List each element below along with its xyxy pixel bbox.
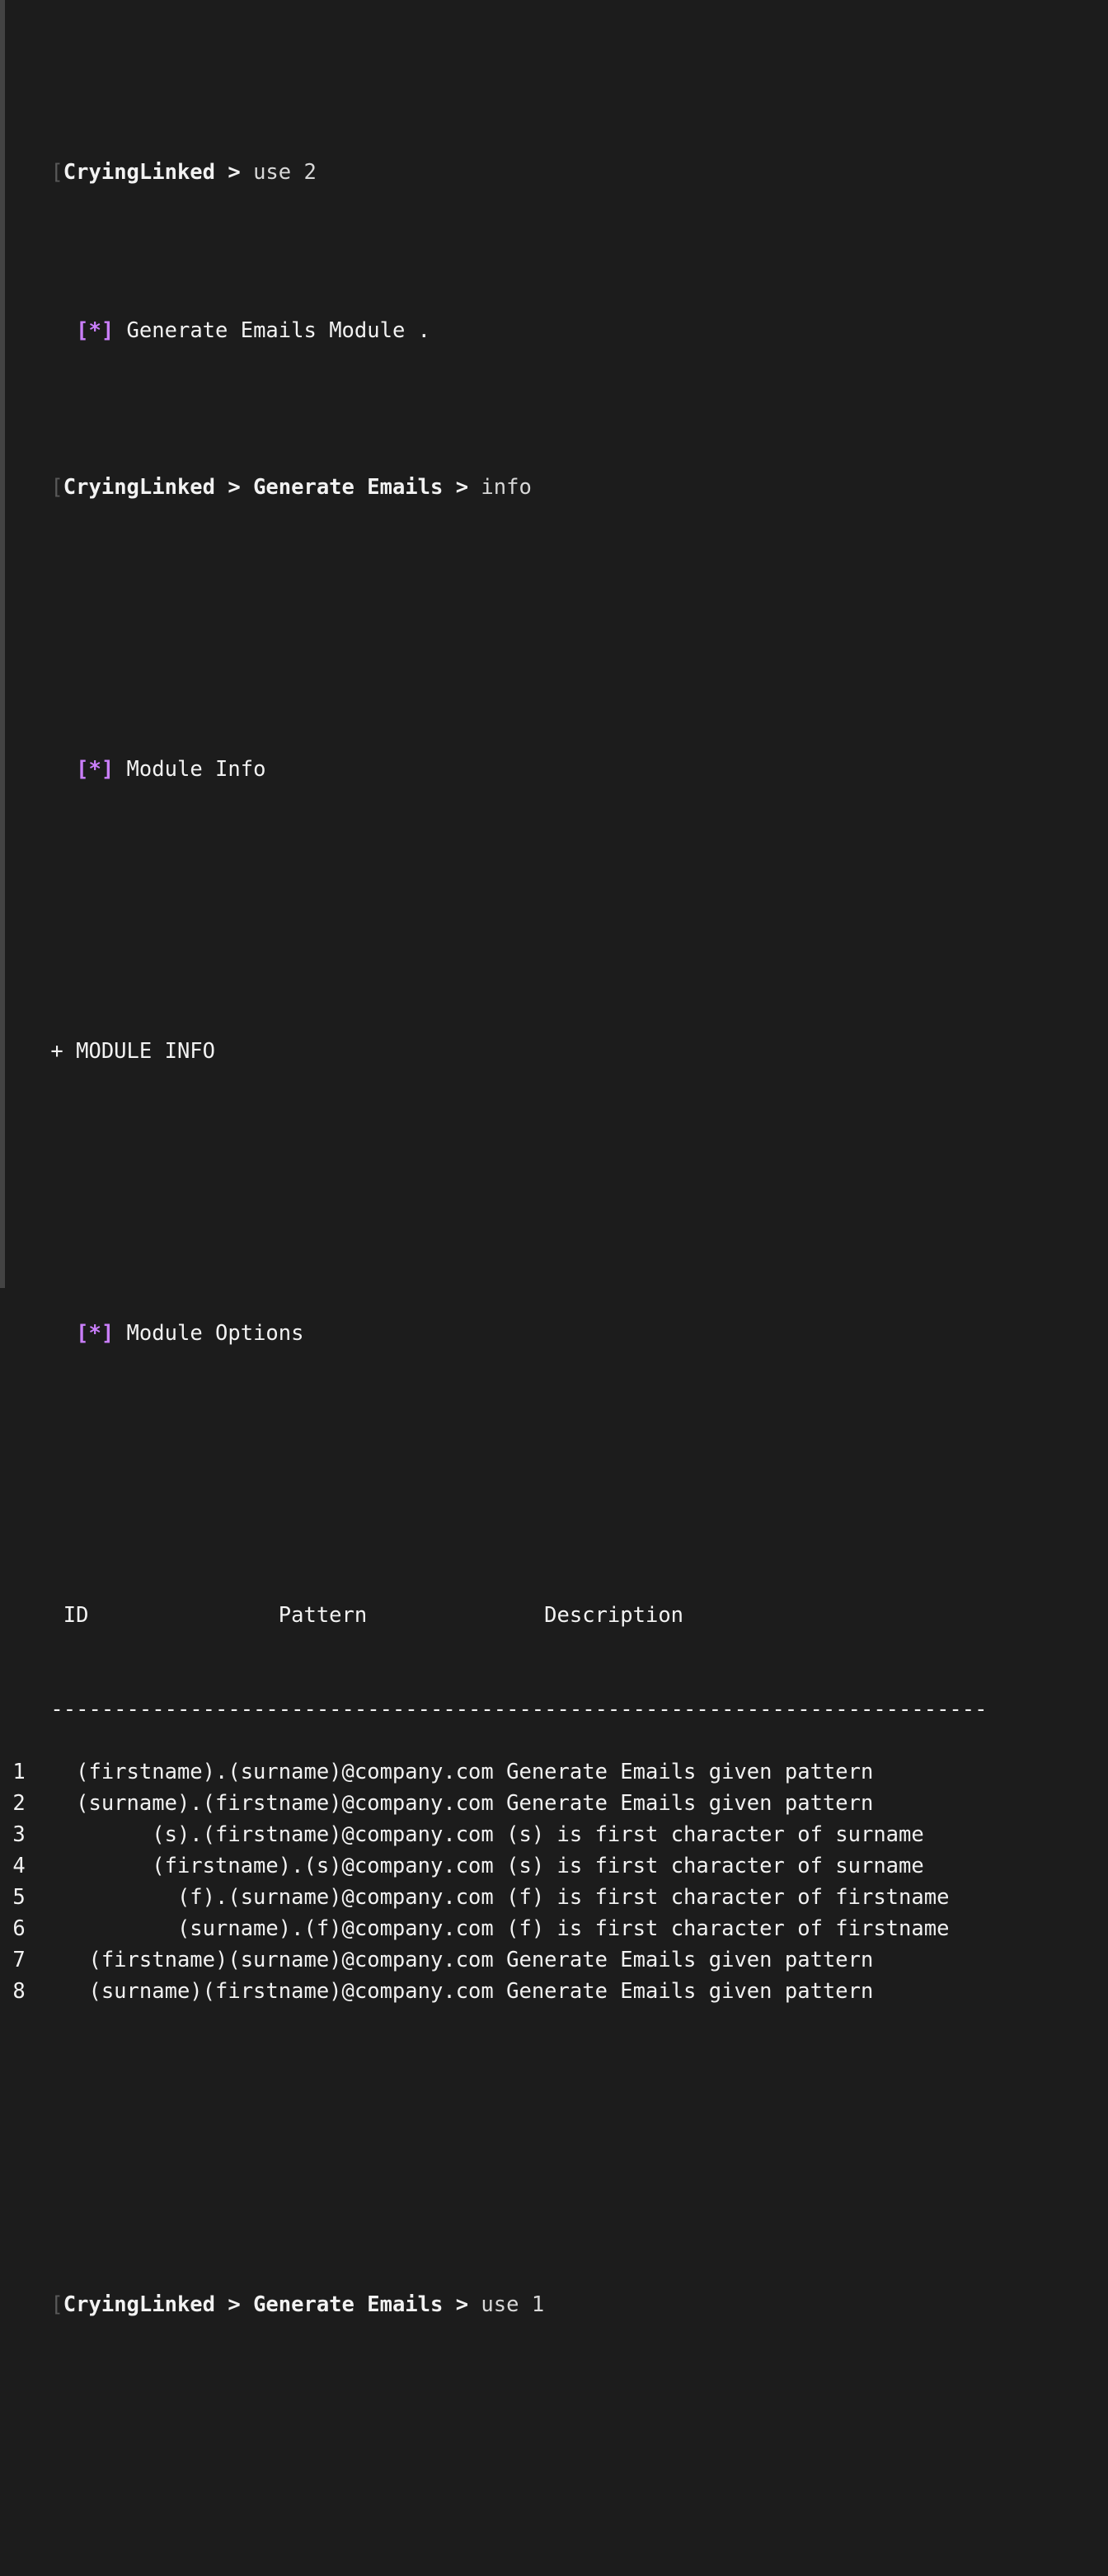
prompt-bracket-icon: [	[50, 2292, 63, 2317]
status-marker-icon: [*]	[76, 757, 115, 782]
pattern-row-description: Generate Emails given pattern	[506, 1948, 874, 1972]
pattern-row-id: 1	[0, 1760, 39, 1784]
prompt-app-name: CryingLinked	[63, 2292, 216, 2317]
pattern-row-pattern: (firstname).(surname)@company.com	[38, 1760, 507, 1784]
prompt-command: use 2	[253, 160, 317, 185]
pattern-row-description: (s) is first character of surname	[506, 1854, 924, 1878]
patterns-table-row[interactable]: 3 (s).(firstname)@company.com (s) is fir…	[0, 1819, 1108, 1850]
pattern-row-pattern: (surname).(f)@company.com	[38, 1916, 507, 1941]
prompt-command: info	[481, 475, 532, 500]
module-loaded-text: Generate Emails Module .	[114, 318, 431, 343]
patterns-table-row[interactable]: 6 (surname).(f)@company.com (f) is first…	[0, 1913, 1108, 1944]
pattern-row-description: (f) is first character of firstname	[506, 1916, 950, 1941]
pattern-row-description: (s) is first character of surname	[506, 1822, 924, 1847]
patterns-table-row[interactable]: 2 (surname).(firstname)@company.com Gene…	[0, 1788, 1108, 1819]
separator-rule: ----------------------------------------…	[50, 1697, 988, 1722]
terminal-line-module-info-banner: + MODULE INFO	[0, 1004, 1108, 1064]
module-info-label: Module Info	[114, 757, 266, 782]
terminal-line-prompt-use2: [CryingLinked > use 2	[0, 125, 1108, 185]
pattern-row-id: 8	[0, 1979, 39, 2004]
pattern-row-description: Generate Emails given pattern	[506, 1979, 874, 2004]
pattern-row-description: (f) is first character of firstname	[506, 1885, 950, 1910]
terminal-screen[interactable]: [CryingLinked > use 2 [*] Generate Email…	[0, 0, 1108, 2317]
pattern-row-pattern: (s).(firstname)@company.com	[38, 1822, 507, 1847]
pattern-row-id: 3	[0, 1822, 39, 1847]
pattern-row-pattern: (firstname)(surname)@company.com	[38, 1948, 507, 1972]
patterns-table-row[interactable]: 4 (firstname).(s)@company.com (s) is fir…	[0, 1850, 1108, 1882]
pattern-row-id: 5	[0, 1885, 39, 1910]
patterns-table-separator: ----------------------------------------…	[0, 1662, 1108, 1722]
terminal-line-module-info-header: [*] Module Info	[0, 722, 1108, 782]
status-marker-icon: [*]	[76, 318, 115, 343]
pattern-row-pattern: (firstname).(s)@company.com	[38, 1854, 507, 1878]
pattern-row-pattern: (surname)(firstname)@company.com	[38, 1979, 507, 2004]
pattern-row-id: 2	[0, 1791, 39, 1816]
patterns-table-header: ID Pattern Description	[0, 1568, 1108, 1628]
prompt-separator: >	[215, 160, 254, 185]
prompt-bracket-icon: [	[50, 160, 63, 185]
pattern-row-description: Generate Emails given pattern	[506, 1760, 874, 1784]
terminal-line-prompt-use1: [CryingLinked > Generate Emails > use 1	[0, 2258, 1108, 2317]
terminal-line-module-loaded: [*] Generate Emails Module .	[0, 284, 1108, 343]
terminal-line-module-options-header: [*] Module Options	[0, 1286, 1108, 1346]
prompt-app-name: CryingLinked	[63, 160, 216, 185]
prompt-command: use 1	[481, 2292, 545, 2317]
prompt-bracket-icon: [	[50, 475, 63, 500]
patterns-table-row[interactable]: 8 (surname)(firstname)@company.com Gener…	[0, 1976, 1108, 2007]
pattern-row-pattern: (f).(surname)@company.com	[38, 1885, 507, 1910]
pattern-row-id: 4	[0, 1854, 39, 1878]
module-info-banner: + MODULE INFO	[50, 1039, 216, 1064]
pattern-row-description: Generate Emails given pattern	[506, 1791, 874, 1816]
module-options-label: Module Options	[114, 1321, 304, 1346]
patterns-table-row[interactable]: 5 (f).(surname)@company.com (f) is first…	[0, 1882, 1108, 1913]
pattern-row-pattern: (surname).(firstname)@company.com	[38, 1791, 507, 1816]
prompt-breadcrumb: > Generate Emails >	[215, 2292, 481, 2317]
patterns-table-row[interactable]: 1 (firstname).(surname)@company.com Gene…	[0, 1756, 1108, 1788]
prompt-app-name: CryingLinked	[63, 475, 216, 500]
terminal-line-prompt-info: [CryingLinked > Generate Emails > info	[0, 440, 1108, 500]
pattern-row-id: 7	[0, 1948, 39, 1972]
patterns-table-body: 1 (firstname).(surname)@company.com Gene…	[0, 1756, 1108, 2007]
pattern-row-id: 6	[0, 1916, 39, 1941]
prompt-breadcrumb: > Generate Emails >	[215, 475, 481, 500]
status-marker-icon: [*]	[76, 1321, 115, 1346]
patterns-table-row[interactable]: 7 (firstname)(surname)@company.com Gener…	[0, 1944, 1108, 1976]
patterns-table-header-text: ID Pattern Description	[50, 1603, 684, 1628]
